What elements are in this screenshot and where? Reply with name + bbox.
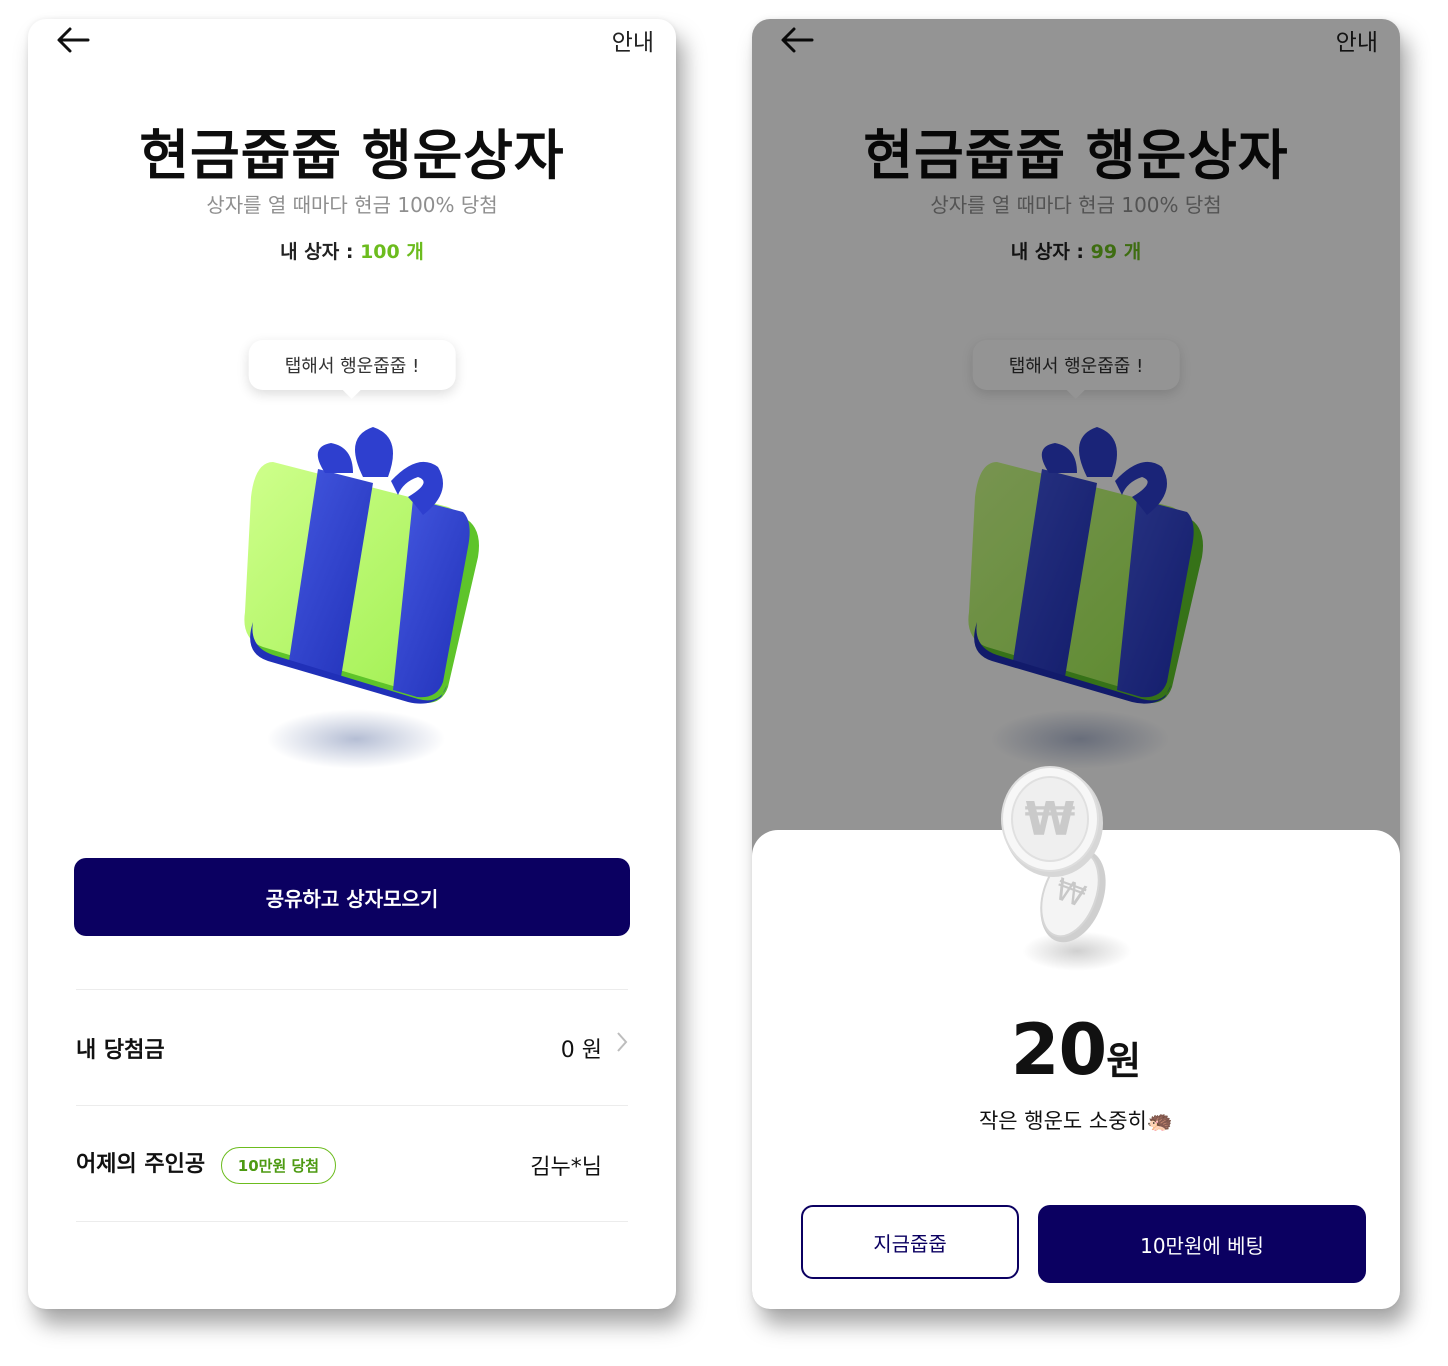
yesterday-winner-row: 어제의 주인공 10만원 당첨 [76, 1146, 337, 1184]
yesterday-label: 어제의 주인공 [76, 1152, 206, 1177]
yesterday-winner-name: 김누*님 [530, 1155, 602, 1180]
box-count-label: 내 상자 : [280, 241, 354, 263]
back-arrow-icon[interactable] [54, 23, 94, 57]
page-subtitle: 상자를 열 때마다 현금 100% 당첨 [206, 193, 498, 217]
result-amount-unit: 원 [1106, 1039, 1142, 1083]
bet-button[interactable]: 10만원에 베팅 [1038, 1205, 1366, 1283]
box-count-value: 100 개 [360, 241, 424, 263]
winnings-label: 내 당첨금 [76, 1038, 165, 1063]
result-amount: 20원 [752, 1009, 1400, 1091]
share-collect-button[interactable]: 공유하고 상자모으기 [74, 858, 630, 936]
collect-now-button[interactable]: 지금줍줍 [801, 1205, 1019, 1279]
winnings-value[interactable]: 0 원 [561, 1032, 602, 1064]
gift-shadow [266, 709, 446, 769]
divider [76, 989, 628, 990]
svg-text:₩: ₩ [1025, 792, 1076, 846]
chevron-right-icon[interactable] [616, 1031, 628, 1053]
box-count: 내 상자 : 100 개 [28, 237, 676, 264]
tap-hint-bubble: 탭해서 행운줍줍 ! [248, 340, 456, 399]
gift-box-icon[interactable] [213, 407, 483, 707]
prize-badge: 10만원 당첨 [220, 1146, 337, 1184]
won-coin-icon: ₩ ₩ [1001, 766, 1106, 943]
page-title: 현금줍줍 행운상자 [139, 124, 565, 187]
divider [76, 1221, 628, 1222]
guide-link[interactable]: 안내 [612, 23, 654, 57]
result-amount-value: 20 [1010, 1009, 1107, 1091]
lucky-box-screen: 안내 현금줍줍 행운상자 상자를 열 때마다 현금 100% 당첨 내 상자 :… [28, 19, 676, 1309]
result-message: 작은 행운도 소중히🦔 [978, 1109, 1174, 1133]
lucky-box-result-screen: 안내 현금줍줍 행운상자 상자를 열 때마다 현금 100% 당첨 내 상자 :… [752, 19, 1400, 1309]
divider [76, 1105, 628, 1106]
